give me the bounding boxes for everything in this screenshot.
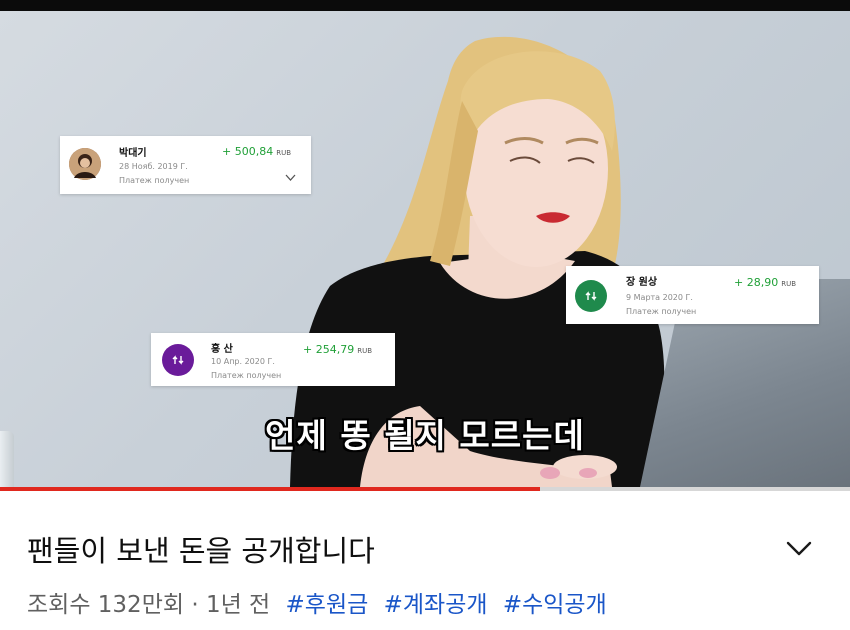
payer-name: 박대기: [119, 148, 147, 159]
currency-label: RUB: [276, 149, 291, 157]
payment-amount: + 500,84 RUB: [222, 145, 291, 158]
amount-value: + 254,79: [303, 343, 355, 356]
video-title: 팬들이 보낸 돈을 공개합니다: [27, 534, 375, 568]
view-count: 조회수 132만회: [27, 592, 185, 618]
progress-bar-fill: [0, 487, 540, 491]
currency-label: RUB: [357, 347, 372, 355]
hashtag-link[interactable]: #후원금: [286, 592, 369, 618]
payment-amount: + 254,79 RUB: [303, 343, 372, 356]
hashtag-link[interactable]: #수익공개: [503, 592, 607, 618]
progress-bar[interactable]: [0, 487, 850, 491]
payment-card: 박대기 28 Нояб. 2019 Г. Платеж получен + 50…: [60, 136, 311, 194]
amount-value: + 28,90: [734, 276, 779, 289]
payment-date: 9 Марта 2020 Г.: [626, 293, 693, 302]
payment-status: Платеж получен: [626, 307, 697, 316]
hashtag-link[interactable]: #계좌공개: [384, 592, 488, 618]
payment-amount: + 28,90 RUB: [734, 276, 796, 289]
payment-date: 28 Нояб. 2019 Г.: [119, 162, 188, 171]
expand-description-button[interactable]: [785, 534, 813, 562]
video-subtitle: 언제 똥 될지 모르는데: [265, 416, 585, 455]
meta-separator: ·: [191, 592, 199, 618]
payer-name: 장 원상: [626, 277, 658, 288]
payment-status: Платеж получен: [211, 371, 282, 380]
chevron-down-icon: [786, 541, 812, 556]
payment-date: 10 Апр. 2020 Г.: [211, 357, 275, 366]
chevron-down-icon[interactable]: [285, 172, 296, 185]
payment-card: 홍 산 10 Апр. 2020 Г. Платеж получен + 254…: [151, 333, 395, 386]
payment-status: Платеж получен: [119, 176, 190, 185]
amount-value: + 500,84: [222, 145, 274, 158]
transfer-arrows-icon: [575, 280, 607, 312]
currency-label: RUB: [781, 280, 797, 288]
payment-card: 장 원상 9 Марта 2020 Г. Платеж получен + 28…: [566, 266, 819, 324]
video-meta: 조회수 132만회 · 1년 전 #후원금 #계좌공개 #수익공개: [27, 585, 607, 619]
top-bar: [0, 0, 850, 11]
upload-age: 1년 전: [205, 592, 271, 618]
payer-name: 홍 산: [211, 344, 233, 355]
transfer-arrows-icon: [162, 344, 194, 376]
video-player[interactable]: 박대기 28 Нояб. 2019 Г. Платеж получен + 50…: [0, 11, 850, 487]
profile-photo-icon: [69, 148, 101, 180]
